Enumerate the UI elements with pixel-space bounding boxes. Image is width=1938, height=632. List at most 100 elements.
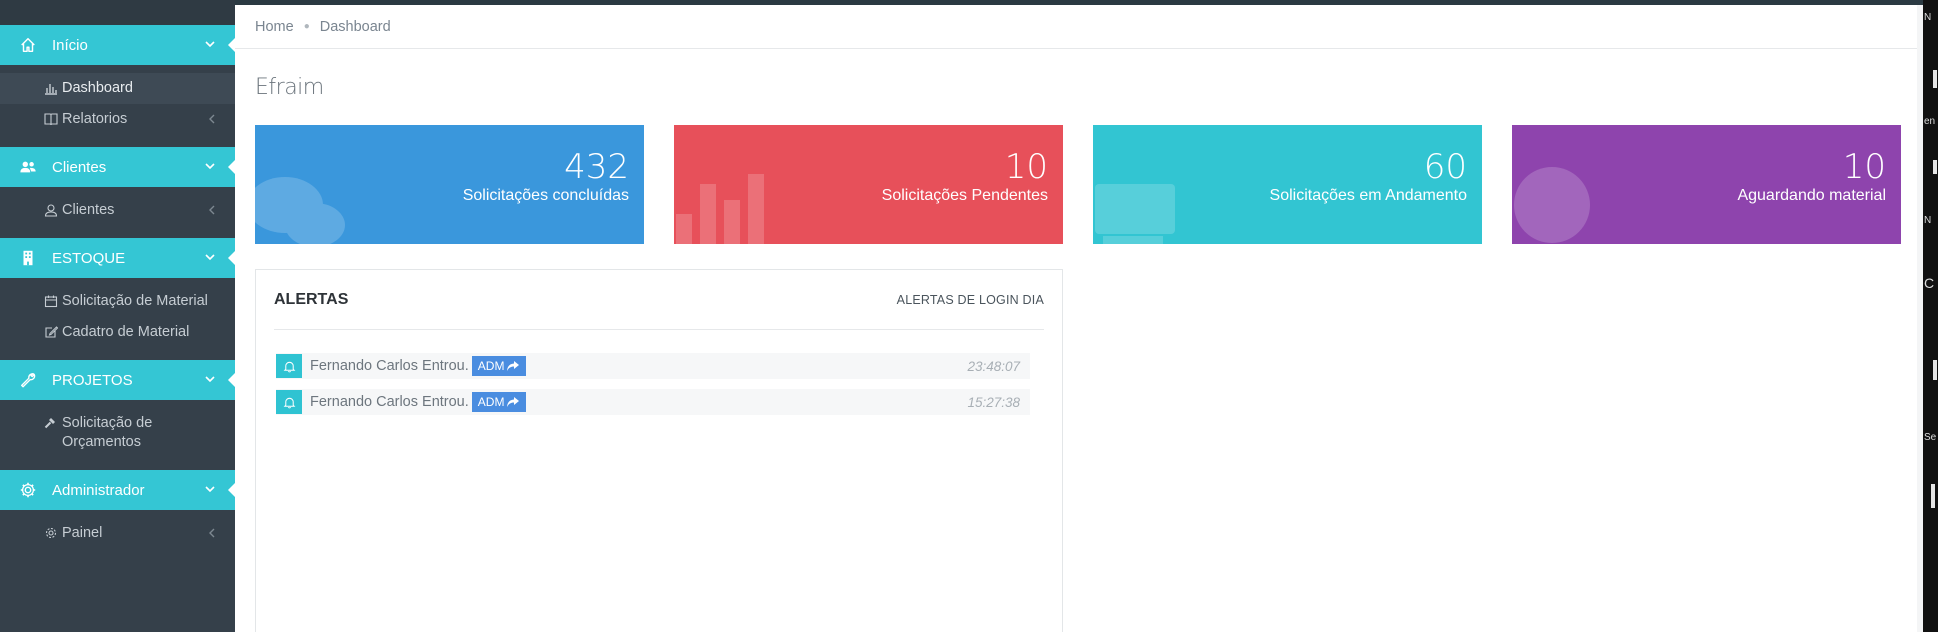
sidebar-section-label: PROJETOS: [52, 371, 133, 389]
sidebar-item-dashboard[interactable]: Dashboard: [0, 73, 235, 104]
alerts-panel: ALERTAS ALERTAS DE LOGIN DIA Fernando Ca…: [255, 269, 1063, 632]
sidebar-item-label: Relatorios: [62, 111, 128, 127]
sidebar-item-painel[interactable]: Painel: [0, 518, 235, 549]
stat-card-concluidas[interactable]: 432 Solicitações concluídas: [255, 125, 644, 244]
sidebar-item-label: Cadatro de Material: [62, 324, 190, 340]
gavel-icon: [44, 416, 58, 430]
sidebar-submenu-estoque: Solicitação de Material Cadatro de Mater…: [0, 278, 235, 360]
sidebar-item-label: Dashboard: [62, 80, 133, 96]
chevron-down-icon: [205, 254, 215, 261]
sidebar-section-label: ESTOQUE: [52, 249, 126, 267]
gear-icon: [18, 480, 38, 500]
sidebar-item-cadastro-material[interactable]: Cadatro de Material: [0, 317, 235, 348]
page-title: Efraim: [255, 75, 324, 100]
sidebar-section-label: Administrador: [52, 481, 145, 499]
breadcrumb-current: Dashboard: [319, 18, 391, 35]
chevron-left-icon: [209, 528, 215, 538]
sidebar-section-inicio[interactable]: Início: [0, 25, 235, 65]
sidebar-submenu-projetos: Solicitação de Orçamentos: [0, 400, 235, 470]
breadcrumb-home-link[interactable]: Home: [255, 19, 294, 35]
chevron-down-icon: [205, 41, 215, 48]
stat-card-andamento[interactable]: 60 Solicitações em Andamento: [1093, 125, 1482, 244]
sidebar-section-clientes[interactable]: Clientes: [0, 147, 235, 187]
book-icon: [44, 112, 58, 126]
share-icon: [507, 361, 520, 371]
stat-value: 432: [564, 147, 629, 187]
stat-card-aguardando[interactable]: 10 Aguardando material: [1512, 125, 1901, 244]
sidebar: Início Dashboard Relatorios Clientes Cli…: [0, 0, 235, 632]
home-icon: [18, 35, 38, 55]
sidebar-item-clientes[interactable]: Clientes: [0, 195, 235, 226]
main-page: Home ● Dashboard Efraim 432 Solicitações…: [235, 5, 1917, 632]
sidebar-submenu-inicio: Dashboard Relatorios: [0, 65, 235, 147]
stat-label: Aguardando material: [1737, 187, 1886, 204]
main-content: Home ● Dashboard Efraim 432 Solicitações…: [235, 5, 1923, 632]
edge-text: N: [1924, 12, 1932, 23]
stat-value: 10: [1004, 147, 1048, 187]
stat-label: Solicitações em Andamento: [1269, 187, 1467, 204]
sidebar-item-label: Painel: [62, 525, 103, 541]
sidebar-section-projetos[interactable]: PROJETOS: [0, 360, 235, 400]
chevron-down-icon: [205, 376, 215, 383]
cog-icon: [44, 526, 58, 540]
shopping-cart-icon: [1095, 184, 1175, 244]
bell-icon: [276, 390, 302, 414]
sidebar-item-label: Clientes: [62, 202, 115, 218]
sidebar-section-label: Início: [52, 36, 88, 54]
bell-icon: [276, 354, 302, 378]
alert-message: Fernando Carlos Entrou.: [310, 358, 469, 374]
sidebar-section-label: Clientes: [52, 158, 107, 176]
chevron-down-icon: [205, 486, 215, 493]
alert-tag-label: ADM: [477, 359, 505, 373]
wrench-icon: [18, 370, 38, 390]
user-icon: [44, 203, 58, 217]
sidebar-submenu-administrador: Painel: [0, 510, 235, 561]
stat-label: Solicitações Pendentes: [881, 187, 1048, 204]
edge-text: Se: [1924, 432, 1937, 443]
stat-label: Solicitações concluídas: [462, 187, 629, 204]
chevron-down-icon: [205, 163, 215, 170]
alert-adm-button[interactable]: ADM: [471, 392, 527, 412]
share-icon: [507, 397, 520, 407]
bar-chart-icon: [676, 174, 764, 244]
bar-chart-icon: [44, 81, 58, 95]
alert-row: Fernando Carlos Entrou. ADM 15:27:38: [276, 389, 1030, 415]
sidebar-item-relatorios[interactable]: Relatorios: [0, 104, 235, 135]
stat-value: 60: [1423, 147, 1467, 187]
alert-time: 23:48:07: [967, 358, 1020, 374]
alert-time: 15:27:38: [967, 394, 1020, 410]
globe-icon: [1514, 167, 1590, 243]
comments-icon: [255, 177, 345, 244]
stat-value: 10: [1842, 147, 1886, 187]
edge-text: C: [1924, 275, 1935, 291]
edge-mark: [1933, 160, 1937, 174]
alert-row: Fernando Carlos Entrou. ADM 23:48:07: [276, 353, 1030, 379]
chevron-left-icon: [209, 114, 215, 124]
stat-card-pendentes[interactable]: 10 Solicitações Pendentes: [674, 125, 1063, 244]
sidebar-item-label: Solicitação de Orçamentos: [62, 415, 153, 450]
edit-icon: [44, 325, 59, 339]
edge-text: en: [1924, 116, 1936, 127]
edge-mark: [1933, 70, 1937, 88]
edge-mark: [1933, 360, 1937, 380]
chevron-left-icon: [209, 205, 215, 215]
breadcrumb: Home ● Dashboard: [235, 5, 1917, 49]
sidebar-section-administrador[interactable]: Administrador: [0, 470, 235, 510]
sidebar-submenu-clientes: Clientes: [0, 187, 235, 238]
desktop-edge-strip: N en N C Se: [1923, 0, 1938, 632]
users-icon: [18, 157, 38, 177]
sidebar-top-space: [0, 0, 235, 25]
calendar-icon: [44, 294, 58, 308]
sidebar-item-solicitacao-orcamentos[interactable]: Solicitação de Orçamentos: [0, 408, 235, 458]
alert-adm-button[interactable]: ADM: [471, 356, 527, 376]
sidebar-section-estoque[interactable]: ESTOQUE: [0, 238, 235, 278]
edge-text: N: [1924, 215, 1932, 226]
sidebar-item-label: Solicitação de Material: [62, 293, 208, 309]
sidebar-item-solicitacao-material[interactable]: Solicitação de Material: [0, 286, 235, 317]
building-icon: [18, 248, 38, 268]
alerts-panel-header: ALERTAS ALERTAS DE LOGIN DIA: [274, 270, 1044, 330]
alerts-login-day-link[interactable]: ALERTAS DE LOGIN DIA: [897, 293, 1044, 307]
breadcrumb-separator: ●: [303, 21, 310, 32]
edge-mark: [1931, 484, 1935, 508]
alerts-title: ALERTAS: [274, 290, 349, 308]
